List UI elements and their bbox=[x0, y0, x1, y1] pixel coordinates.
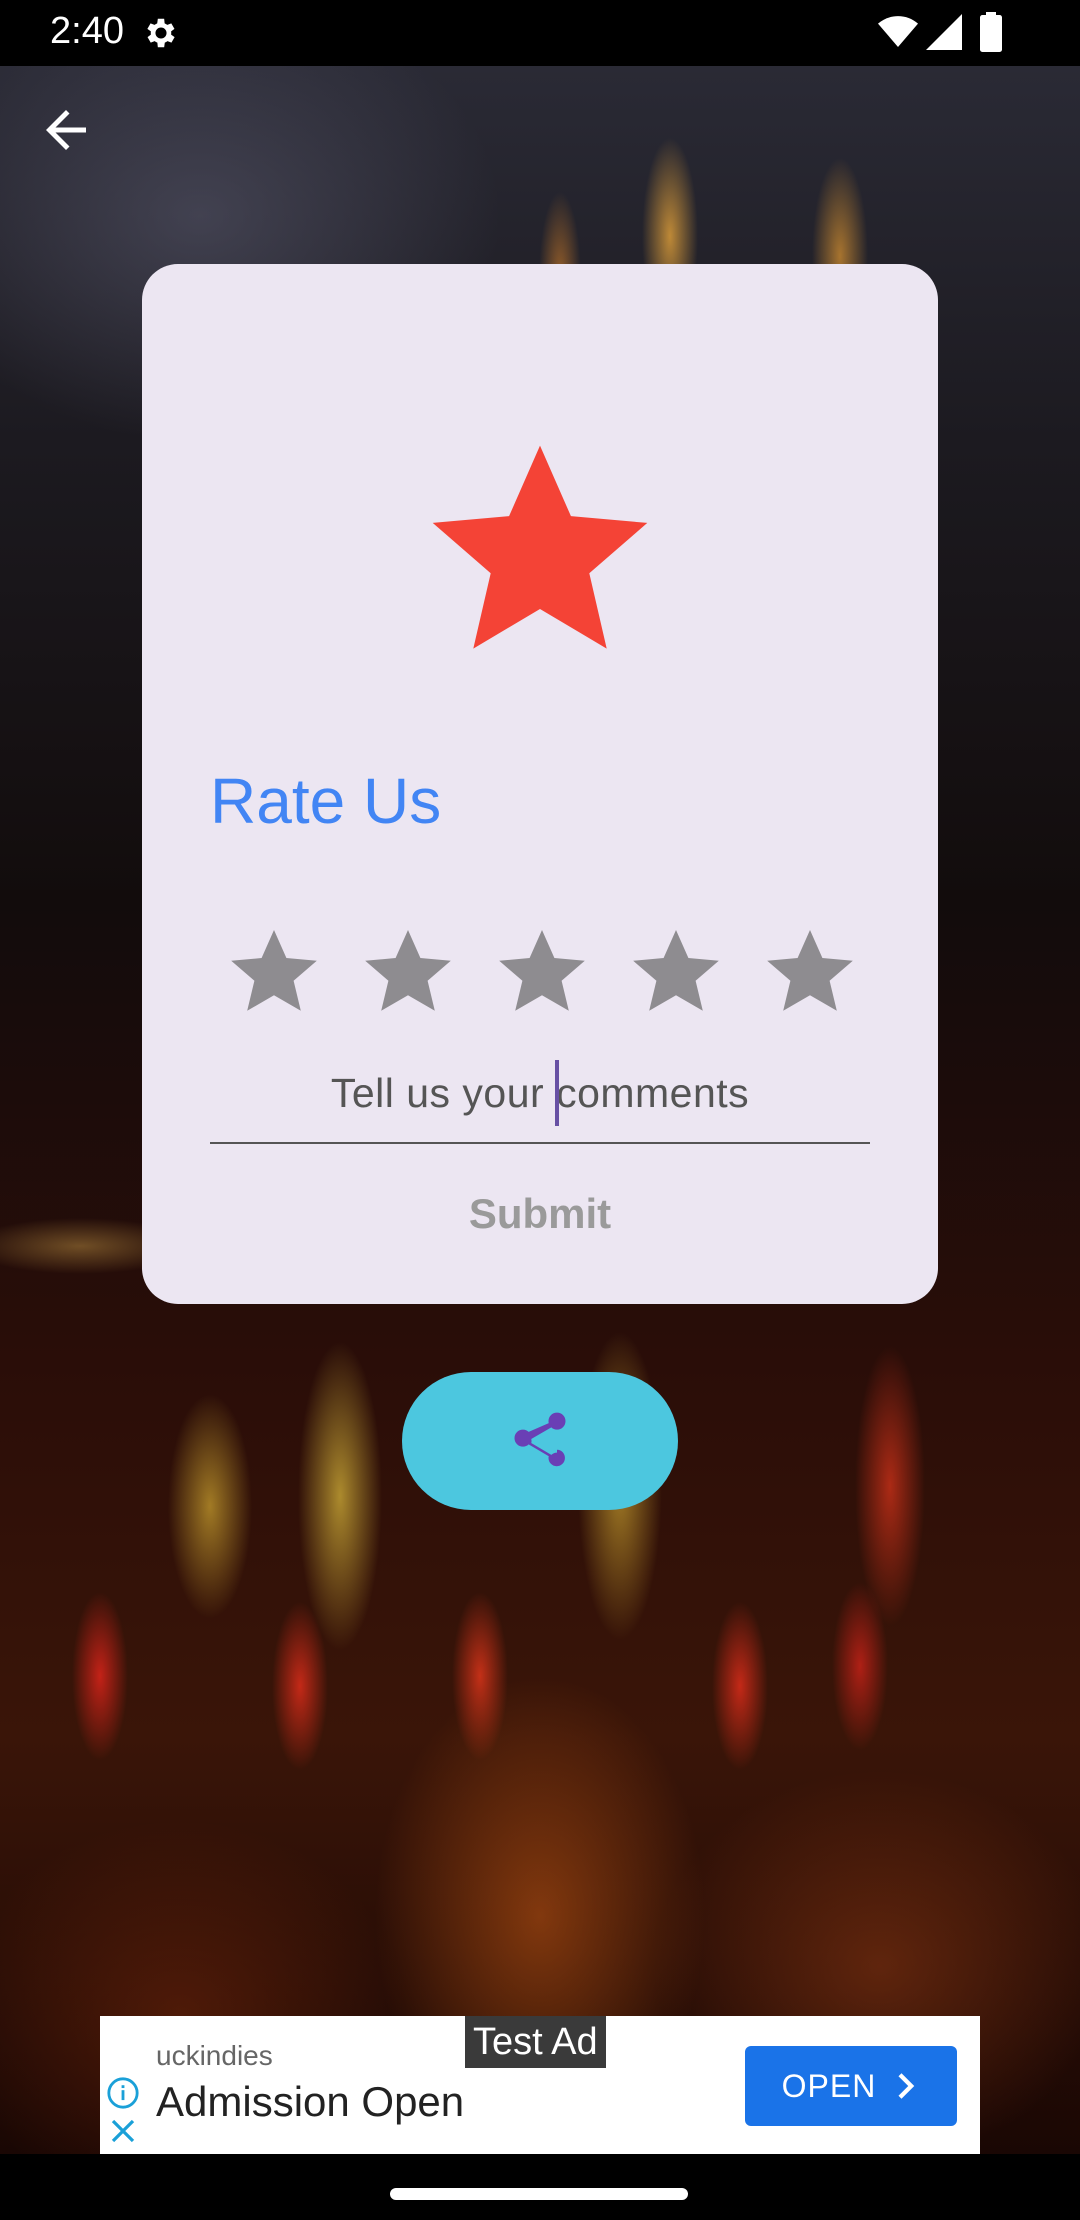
ad-open-label: OPEN bbox=[781, 2067, 877, 2104]
wifi-icon bbox=[878, 16, 918, 47]
submit-button[interactable]: Submit bbox=[440, 1174, 640, 1254]
status-bar: 2:40 bbox=[0, 0, 1080, 66]
share-icon bbox=[514, 1412, 566, 1467]
rate-us-dialog: Rate Us Tell us your comments Submit bbox=[142, 264, 938, 1304]
close-icon[interactable] bbox=[108, 2116, 138, 2146]
dialog-title: Rate Us bbox=[210, 765, 442, 837]
text-cursor bbox=[554, 1060, 559, 1126]
comment-text: Tell us your comments bbox=[330, 1060, 750, 1126]
chevron-right-icon bbox=[898, 2073, 915, 2099]
arrow-back-icon bbox=[46, 110, 86, 150]
signal-icon bbox=[926, 14, 962, 50]
home-handle[interactable] bbox=[390, 2188, 688, 2200]
status-time: 2:40 bbox=[50, 10, 124, 52]
rating-star-5[interactable] bbox=[762, 924, 858, 1020]
navigation-bar bbox=[0, 2154, 1080, 2220]
battery-icon bbox=[980, 12, 1002, 52]
ad-banner[interactable]: Test Ad uckindies Admission Open OPEN bbox=[100, 2016, 980, 2154]
star-icon bbox=[432, 445, 648, 649]
settings-icon bbox=[147, 18, 175, 48]
rating-bar[interactable] bbox=[226, 924, 858, 1020]
ad-headline: Admission Open bbox=[156, 2078, 465, 2125]
ad-advertiser: uckindies bbox=[156, 2040, 273, 2071]
ad-open-button[interactable]: OPEN bbox=[745, 2046, 957, 2126]
comment-value: Tell us your comments bbox=[330, 1070, 750, 1116]
ad-tag: Test Ad bbox=[465, 2016, 606, 2068]
share-button[interactable] bbox=[402, 1372, 678, 1510]
rating-star-4[interactable] bbox=[628, 924, 724, 1020]
info-icon[interactable] bbox=[106, 2076, 140, 2110]
back-button[interactable] bbox=[28, 92, 104, 168]
comment-input[interactable]: Tell us your comments bbox=[210, 1044, 870, 1144]
rating-star-3[interactable] bbox=[494, 924, 590, 1020]
rating-star-2[interactable] bbox=[360, 924, 456, 1020]
rating-star-1[interactable] bbox=[226, 924, 322, 1020]
